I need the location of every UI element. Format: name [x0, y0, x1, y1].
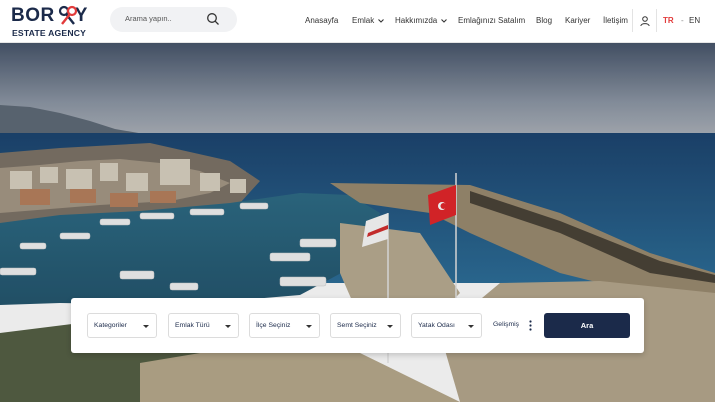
property-search-panel: Kategoriler Emlak Türü İlçe Seçiniz Semt…: [71, 298, 644, 353]
divider: [632, 9, 633, 32]
category-select[interactable]: Kategoriler: [87, 313, 157, 338]
category-select-label: Kategoriler: [94, 322, 127, 329]
chevron-down-icon: [441, 18, 448, 23]
caret-down-icon: [468, 325, 474, 328]
nav-item-sell[interactable]: Emlağınızı Satalım: [458, 16, 525, 25]
caret-down-icon: [225, 325, 231, 328]
lang-tr[interactable]: TR: [663, 16, 674, 25]
nav-item-home[interactable]: Anasayfa: [305, 16, 338, 25]
site-header: BOR Y ESTATE AGENCY Arama yapın.. Anasayf…: [0, 0, 715, 43]
lang-en[interactable]: EN: [689, 16, 700, 25]
nav-item-blog[interactable]: Blog: [536, 16, 552, 25]
more-vertical-icon[interactable]: [529, 320, 532, 331]
district-select[interactable]: İlçe Seçiniz: [249, 313, 320, 338]
logo-subtitle: ESTATE AGENCY: [12, 28, 87, 38]
lang-separator: -: [681, 16, 684, 25]
divider: [656, 9, 657, 32]
advanced-search-toggle[interactable]: Gelişmiş: [493, 321, 519, 328]
search-icon[interactable]: [206, 12, 220, 26]
site-search[interactable]: Arama yapın..: [110, 7, 237, 32]
user-icon[interactable]: [639, 15, 651, 27]
chevron-down-icon: [378, 18, 385, 23]
logo[interactable]: BOR Y ESTATE AGENCY: [11, 5, 93, 39]
neighborhood-select[interactable]: Semt Seçiniz: [330, 313, 401, 338]
search-submit-button[interactable]: Ara: [544, 313, 630, 338]
property-type-select[interactable]: Emlak Türü: [168, 313, 239, 338]
nav-item-property[interactable]: Emlak: [352, 16, 385, 25]
caret-down-icon: [387, 325, 393, 328]
nav-item-contact[interactable]: İletişim: [603, 16, 628, 25]
caret-down-icon: [143, 325, 149, 328]
nav-item-careers[interactable]: Kariyer: [565, 16, 590, 25]
bedrooms-select[interactable]: Yatak Odası: [411, 313, 482, 338]
caret-down-icon: [306, 325, 312, 328]
search-input[interactable]: Arama yapın..: [125, 14, 172, 23]
neighborhood-select-label: Semt Seçiniz: [337, 322, 377, 329]
bedrooms-select-label: Yatak Odası: [418, 322, 455, 329]
district-select-label: İlçe Seçiniz: [256, 322, 291, 329]
nav-item-about[interactable]: Hakkımızda: [395, 16, 448, 25]
property-type-select-label: Emlak Türü: [175, 322, 210, 329]
keys-icon: [58, 5, 78, 25]
